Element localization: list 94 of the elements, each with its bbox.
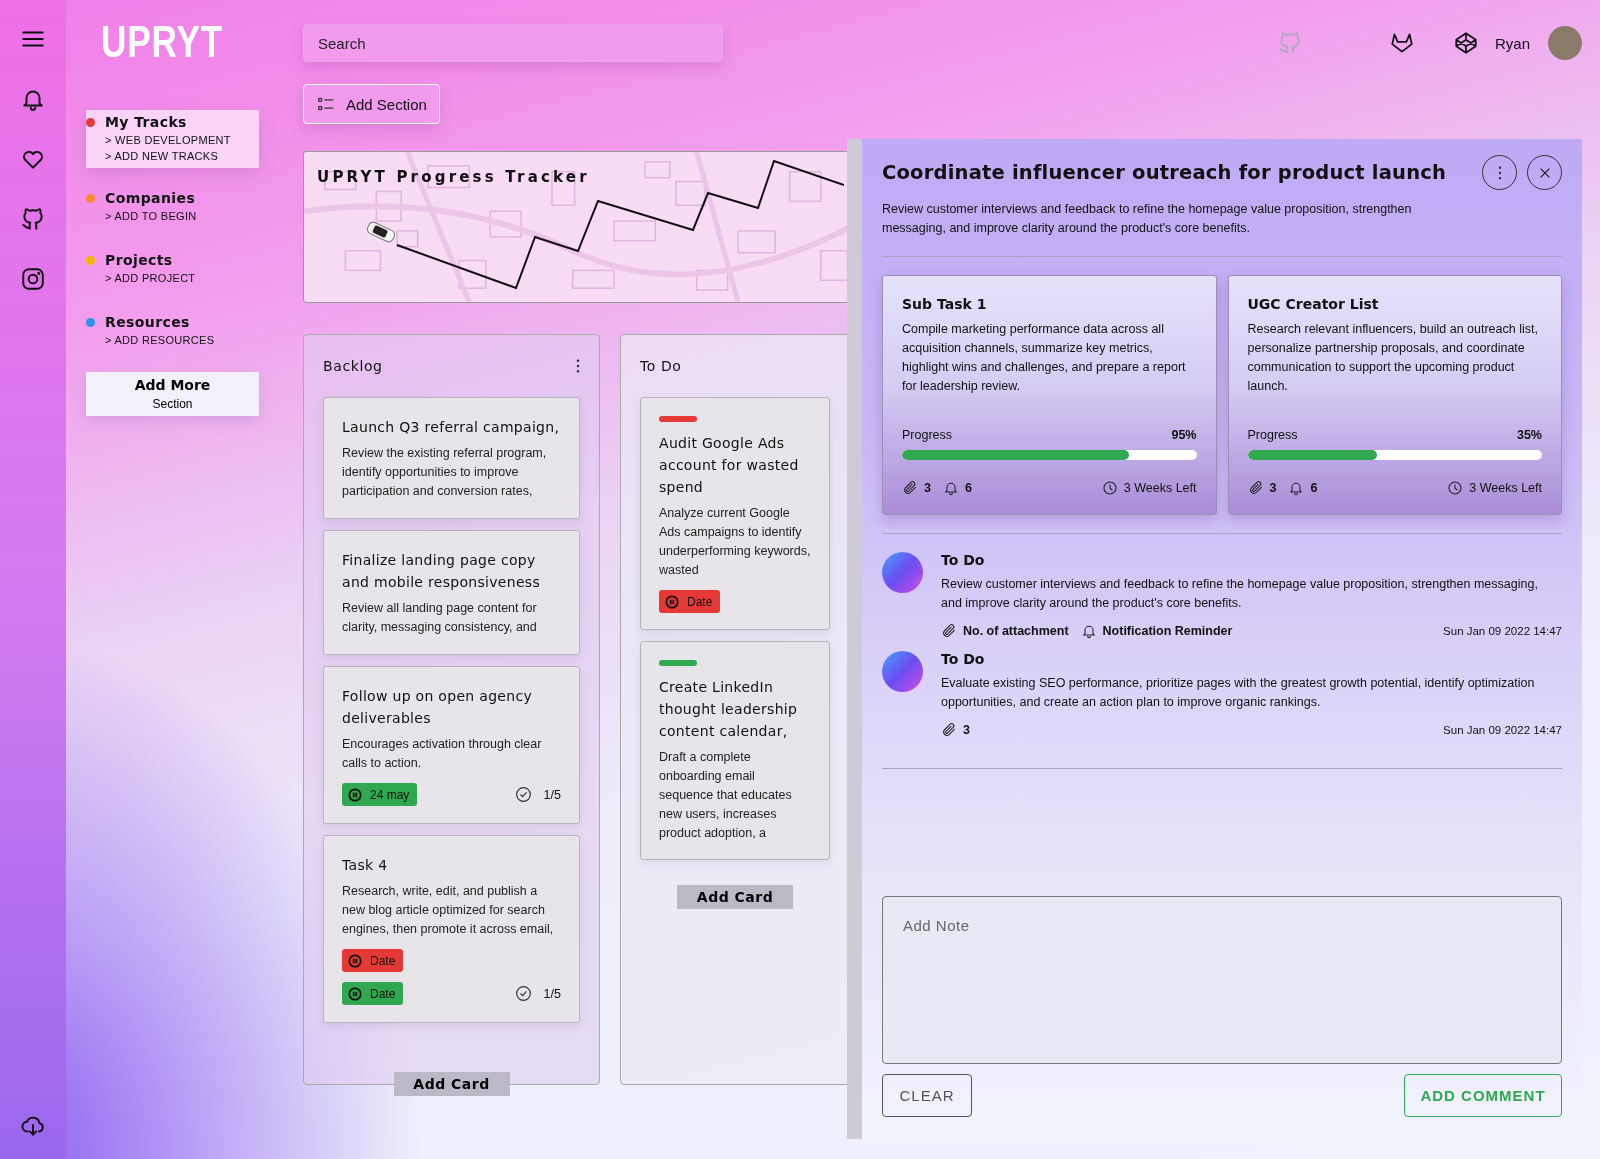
more-icon xyxy=(1497,165,1502,180)
column-title: Backlog xyxy=(323,358,383,374)
clock-icon xyxy=(1101,480,1118,496)
nav-link[interactable]: > ADD PROJECT xyxy=(105,272,196,284)
date-badge[interactable]: Date xyxy=(342,949,404,972)
panel-description: Review customer interviews and feedback to refine the homepage value proposition, strengthen messaging, and improve clarity around the product's core benefits. xyxy=(882,201,1413,237)
nav-link[interactable]: > ADD RESOURCES xyxy=(105,334,215,346)
add-card-button[interactable]: Add Card xyxy=(393,1072,510,1096)
pause-icon xyxy=(348,986,362,1001)
bell-icon xyxy=(1080,623,1097,639)
bell-icon xyxy=(1288,480,1305,496)
comment-date: Sun Jan 09 2022 14:47 xyxy=(1443,625,1562,637)
card-title: Follow up on open agency deliverables xyxy=(342,687,533,728)
instagram-icon[interactable] xyxy=(20,266,46,292)
card-title: Task 4 xyxy=(342,856,389,875)
card-description: Draft a complete onboarding email sequence that educates new users, increases product adoption, a xyxy=(659,749,793,842)
checklist-count: 1/5 xyxy=(543,986,561,1001)
comment-meta: No. of attachment xyxy=(963,624,1069,638)
date-badge[interactable]: Date xyxy=(659,590,721,613)
column-title: To Do xyxy=(640,358,682,374)
pause-icon xyxy=(348,787,362,802)
nav-section-title[interactable]: Companies xyxy=(105,190,196,206)
card-description: Research, write, edit, and publish a new blog article optimized for search engines, then promote it across email, xyxy=(342,883,555,938)
check-circle-icon xyxy=(514,985,532,1002)
reminder-count: 6 xyxy=(964,481,972,495)
nav-section-title[interactable]: Resources xyxy=(105,314,190,330)
comment-text: Evaluate existing SEO performance, prioritize pages with the greatest growth potential, identify optimization opportunities, and create an action plan to improve organic rankings. xyxy=(941,675,1536,711)
subtask-card[interactable] xyxy=(1227,275,1562,515)
comment-meta: 3 xyxy=(963,723,970,737)
tracker-title: UPRYT Progress Tracker xyxy=(317,168,590,186)
card-title: Launch Q3 referral campaign, xyxy=(342,418,561,437)
comment-date: Sun Jan 09 2022 14:47 xyxy=(1443,724,1562,736)
task-card[interactable]: Create LinkedIn thought leadership content calendar, Draft a complete onboarding email sequence that educates new users, increases product adoption, a xyxy=(640,641,830,860)
nav-section-title[interactable]: My Tracks xyxy=(105,114,187,130)
progress-label: Progress xyxy=(1247,428,1298,442)
progress-percent: 35% xyxy=(1516,428,1542,442)
pause-icon xyxy=(665,594,679,609)
progress-label: Progress xyxy=(902,428,953,442)
time-left: 3 Weeks Left xyxy=(1123,481,1197,495)
nav-link[interactable]: > ADD NEW TRACKS xyxy=(105,150,219,162)
comment-title: To Do xyxy=(941,651,986,667)
time-left: 3 Weeks Left xyxy=(1469,481,1542,495)
paperclip-icon xyxy=(1247,480,1264,496)
task-card[interactable]: Audit Google Ads account for wasted spend Analyze current Google Ads campaigns to identify underperforming keywords, wasted Date xyxy=(640,397,830,630)
card-title: Audit Google Ads account for wasted spend xyxy=(659,434,800,497)
card-description: Encourages activation through clear calls to action. xyxy=(342,736,543,772)
search-field[interactable]: Search xyxy=(303,24,723,62)
nav-section-title[interactable]: Projects xyxy=(105,252,173,268)
avatar xyxy=(882,651,923,692)
avatar xyxy=(882,552,923,593)
task-card[interactable]: Launch Q3 referral campaign, Review the existing referral program, identify opportunities to improve participation and conversion rates, xyxy=(323,397,580,519)
logo: UPRYT xyxy=(101,18,223,66)
attachment-count: 3 xyxy=(924,481,931,495)
card-description: Review the existing referral program, identify opportunities to improve participation and conversion rates, xyxy=(342,445,548,500)
paperclip-icon xyxy=(941,722,957,738)
progress-percent: 95% xyxy=(1171,428,1197,442)
note-field[interactable]: Add Note xyxy=(882,896,1562,1064)
github-icon[interactable] xyxy=(20,206,46,232)
reminder-count: 6 xyxy=(1310,481,1318,495)
bell-icon xyxy=(942,480,959,496)
add-section-button[interactable]: Add Section xyxy=(303,84,440,124)
clock-icon xyxy=(1447,480,1464,496)
subtask-title: UGC Creator List xyxy=(1247,296,1380,312)
panel-title: Coordinate influencer outreach for product launch xyxy=(882,161,1448,184)
codepen-icon[interactable] xyxy=(1452,30,1479,56)
paperclip-icon xyxy=(902,480,918,496)
comment-title: To Do xyxy=(941,552,986,568)
more-icon[interactable] xyxy=(576,359,580,373)
nav-link[interactable]: > ADD TO BEGIN xyxy=(105,210,197,222)
card-description: Analyze current Google Ads campaigns to identify underperforming keywords, wasted xyxy=(659,505,811,579)
card-title: Finalize landing page copy and mobile responsiveness xyxy=(342,551,542,592)
date-badge[interactable]: 24 may xyxy=(342,783,418,806)
user-name: Ryan xyxy=(1494,34,1530,52)
card-title: Create LinkedIn thought leadership content calendar, xyxy=(659,678,799,741)
add-more-button[interactable]: Add More Section xyxy=(86,372,259,416)
subtask-card[interactable] xyxy=(882,275,1217,515)
comment-text: Review customer interviews and feedback to refine the homepage value proposition, strengthen messaging, and improve clarity around the product's core benefits. xyxy=(941,576,1539,612)
pause-icon xyxy=(348,953,362,968)
subtask-description: Research relevant influencers, build an outreach list, personalize partnership proposals, and coordinate communication to support the upcoming product launch. xyxy=(1247,321,1539,395)
task-card[interactable]: Task 4 Research, write, edit, and publish a new blog article optimized for search engines, then promote it across email, Date Date 1/5 xyxy=(323,835,580,1023)
task-card[interactable]: Finalize landing page copy and mobile responsiveness Review all landing page content for clarity, messaging consistency, and xyxy=(323,530,580,655)
subtask-description: Compile marketing performance data across all acquisition channels, summarize key metrics, highlight wins and challenges, and prepare a report for leadership review. xyxy=(902,321,1187,395)
paperclip-icon xyxy=(941,623,957,639)
date-badge[interactable]: Date xyxy=(342,982,404,1005)
card-description: Review all landing page content for clarity, messaging consistency, and xyxy=(342,600,538,636)
subtask-title: Sub Task 1 xyxy=(902,296,988,312)
checklist-count: 1/5 xyxy=(543,787,561,802)
nav-link[interactable]: > WEB DEVELOPMENT xyxy=(105,134,231,146)
attachment-count: 3 xyxy=(1269,481,1277,495)
task-card[interactable]: Follow up on open agency deliverables Encourages activation through clear calls to action. 24 may 1/5 xyxy=(323,666,580,824)
clear-button[interactable]: CLEAR xyxy=(882,1074,972,1117)
comment-meta: Notification Reminder xyxy=(1102,624,1233,638)
add-card-button[interactable]: Add Card xyxy=(677,885,793,909)
check-circle-icon xyxy=(514,786,532,803)
